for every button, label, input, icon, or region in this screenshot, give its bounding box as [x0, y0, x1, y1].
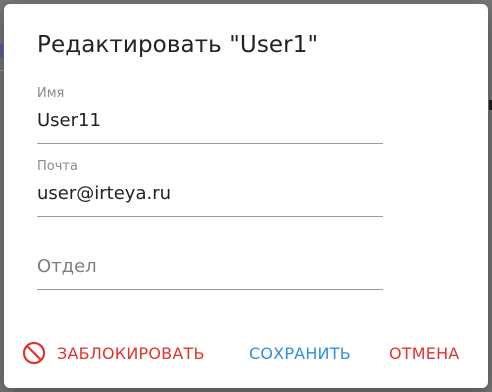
save-button[interactable]: СОХРАНИТЬ: [249, 338, 351, 368]
email-field-label: Почта: [37, 159, 78, 174]
block-icon: [22, 341, 46, 365]
cancel-button-label: ОТМЕНА: [389, 343, 460, 363]
block-button[interactable]: ЗАБЛОКИРОВАТЬ: [22, 338, 205, 368]
dialog-actions: ЗАБЛОКИРОВАТЬ СОХРАНИТЬ ОТМЕНА: [4, 338, 488, 368]
name-field-underline: [37, 143, 383, 144]
email-field-underline: [37, 216, 383, 217]
save-button-label: СОХРАНИТЬ: [249, 343, 351, 363]
block-button-label: ЗАБЛОКИРОВАТЬ: [57, 343, 205, 363]
department-field[interactable]: Отдел: [37, 232, 383, 292]
email-field-value[interactable]: user@irteya.ru: [37, 183, 171, 204]
email-field[interactable]: Почта user@irteya.ru: [37, 159, 383, 219]
background-element: [0, 44, 3, 58]
cancel-button[interactable]: ОТМЕНА: [389, 338, 459, 368]
dialog-title: Редактировать "User1": [37, 32, 319, 58]
department-field-placeholder[interactable]: Отдел: [37, 256, 97, 277]
edit-user-dialog: Редактировать "User1" Имя User11 Почта u…: [4, 4, 488, 388]
name-field-label: Имя: [37, 86, 65, 101]
name-field-value[interactable]: User11: [37, 110, 101, 131]
name-field[interactable]: Имя User11: [37, 86, 383, 146]
department-field-underline: [37, 289, 383, 290]
